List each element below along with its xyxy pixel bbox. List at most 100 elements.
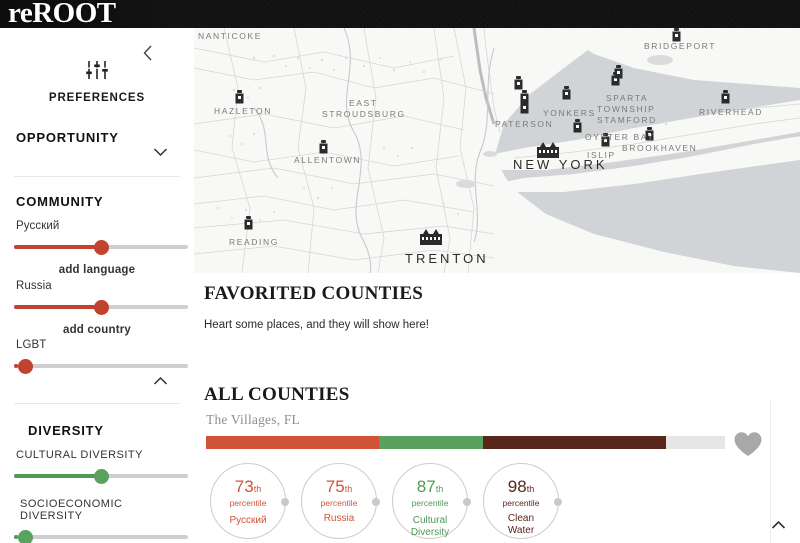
- map-label-paterson: PATERSON: [495, 119, 554, 129]
- slider-label-socioeconomic-diversity: SOCIOECONOMIC DIVERSITY: [20, 498, 123, 522]
- map-label-oyster-bay: OYSTER BAY: [585, 132, 655, 142]
- metric-circle-clean-water[interactable]: 98th percentile Clean Water: [483, 463, 562, 539]
- slider-label-russia: Russia: [16, 280, 52, 292]
- favorited-counties-section: FAVORITED COUNTIES Heart some places, an…: [194, 283, 800, 331]
- metric-percentile-value: 98th: [484, 478, 558, 496]
- slider-thumb[interactable]: [18, 530, 33, 543]
- metric-value: 98: [507, 477, 527, 496]
- chevron-up-icon[interactable]: [153, 376, 168, 386]
- section-title-opportunity: OPPORTUNITY: [16, 130, 119, 145]
- preferences-sidebar: PREFERENCES OPPORTUNITY COMMUNITY Русски…: [0, 28, 194, 543]
- metric-label: Russia: [323, 513, 355, 524]
- heart-icon: [734, 432, 762, 456]
- county-score-bar: [206, 436, 725, 449]
- slider-track: [14, 535, 188, 539]
- metric-label: Русский: [229, 515, 267, 526]
- metric-ordinal: th: [435, 484, 444, 494]
- county-metric-circles: 73th percentile Русский 75th percentile …: [210, 463, 794, 543]
- map-base-layer: [194, 28, 800, 273]
- metric-progress-dot: [554, 498, 562, 506]
- metric-ordinal: th: [526, 484, 535, 494]
- sliders-icon: [84, 61, 110, 79]
- slider-russian[interactable]: [14, 239, 188, 255]
- metric-unit: percentile: [229, 498, 267, 508]
- slider-russia[interactable]: [14, 299, 188, 315]
- map-marker-trenton-capital[interactable]: [420, 228, 442, 250]
- county-name: The Villages, FL: [206, 412, 301, 427]
- app-logo[interactable]: reROOT: [8, 0, 116, 28]
- map-marker-newark[interactable]: [520, 90, 529, 109]
- section-divider: [14, 403, 180, 404]
- add-language-link[interactable]: add language: [12, 264, 182, 276]
- metric-percentile-value: 75th: [302, 478, 376, 496]
- county-score-bar-row: [206, 432, 794, 456]
- map-label-east: EAST: [349, 98, 378, 108]
- map-label-yonkers: YONKERS: [543, 108, 596, 118]
- preferences-label: PREFERENCES: [48, 92, 146, 104]
- map-label-bridgeport: BRIDGEPORT: [644, 41, 717, 51]
- section-title-diversity: DIVERSITY: [28, 423, 104, 438]
- county-row[interactable]: The Villages, FL 73th percentile Русский…: [198, 412, 794, 543]
- map-marker-stamford[interactable]: [614, 65, 623, 84]
- map-label-nanticoke: NANTICOKE: [198, 31, 262, 41]
- bar-segment-russian: [206, 436, 379, 449]
- sidebar-section-community: COMMUNITY Русский add language Russia ad…: [0, 194, 194, 404]
- map-marker-yonkers[interactable]: [562, 86, 571, 105]
- metric-value: 87: [416, 477, 436, 496]
- metric-ordinal: th: [253, 484, 262, 494]
- all-counties-title: ALL COUNTIES: [204, 384, 350, 405]
- map-label-trenton: TRENTON: [405, 251, 489, 266]
- map-label-hazleton: HAZLETON: [214, 106, 272, 116]
- favorited-counties-title: FAVORITED COUNTIES: [204, 283, 424, 304]
- metric-circle-cultural-diversity[interactable]: 87th percentile Cultural Diversity: [392, 463, 471, 539]
- metric-circle-russian[interactable]: 73th percentile Русский: [210, 463, 289, 539]
- map-label-brookhaven: BROOKHAVEN: [622, 143, 698, 153]
- slider-cultural-diversity[interactable]: [14, 468, 188, 484]
- section-divider: [14, 176, 180, 177]
- sidebar-collapse-button[interactable]: [138, 44, 156, 62]
- sidebar-section-diversity: DIVERSITY CULTURAL DIVERSITY SOCIOECONOM…: [0, 423, 194, 543]
- metric-percentile-value: 87th: [393, 478, 467, 496]
- slider-fill: [14, 474, 101, 478]
- chevron-down-icon[interactable]: [153, 147, 168, 157]
- slider-lgbt[interactable]: [14, 358, 188, 374]
- scroll-up-button[interactable]: [771, 517, 786, 535]
- map-marker-reading[interactable]: [244, 216, 253, 235]
- map-label-riverhead: RIVERHEAD: [699, 107, 763, 117]
- map-label-township: TOWNSHIP: [597, 104, 656, 114]
- map-marker-oyster-bay[interactable]: [573, 119, 582, 138]
- metric-ordinal: th: [344, 484, 353, 494]
- metric-circle-russia[interactable]: 75th percentile Russia: [301, 463, 380, 539]
- slider-thumb[interactable]: [94, 469, 109, 484]
- bar-segment-cultural-diversity: [379, 436, 483, 449]
- sidebar-section-opportunity: OPPORTUNITY: [0, 130, 194, 177]
- map-label-reading: READING: [229, 237, 279, 247]
- slider-thumb[interactable]: [94, 300, 109, 315]
- all-counties-section: ALL COUNTIES The Villages, FL 73th perce…: [194, 384, 800, 543]
- preferences-header: PREFERENCES: [0, 28, 194, 104]
- favorite-heart-button[interactable]: [733, 431, 763, 463]
- slider-label-cultural-diversity: CULTURAL DIVERSITY: [16, 449, 143, 461]
- map-label-new-york: NEW YORK: [513, 157, 608, 172]
- metric-progress-dot: [281, 498, 289, 506]
- slider-thumb[interactable]: [94, 240, 109, 255]
- bar-segment-clean-water: [483, 436, 666, 449]
- add-country-link[interactable]: add country: [12, 324, 182, 336]
- slider-socioeconomic-diversity[interactable]: [14, 529, 188, 543]
- slider-label-lgbt: LGBT: [16, 339, 47, 351]
- metric-value: 75: [325, 477, 345, 496]
- slider-track: [14, 364, 188, 368]
- main-content: NANTICOKE HAZLETON EAST STROUDSBURG SPAR…: [194, 28, 800, 543]
- chevron-up-icon: [771, 520, 786, 529]
- map-panel[interactable]: NANTICOKE HAZLETON EAST STROUDSBURG SPAR…: [194, 28, 800, 273]
- metric-progress-dot: [372, 498, 380, 506]
- slider-fill: [14, 305, 101, 309]
- section-title-community: COMMUNITY: [16, 194, 104, 209]
- slider-thumb[interactable]: [18, 359, 33, 374]
- map-label-sparta: SPARTA: [606, 93, 649, 103]
- map-label-allentown: ALLENTOWN: [294, 155, 362, 165]
- metric-unit: percentile: [502, 498, 540, 508]
- app-header-banner: reROOT: [0, 0, 800, 28]
- metric-progress-dot: [463, 498, 471, 506]
- slider-fill: [14, 245, 101, 249]
